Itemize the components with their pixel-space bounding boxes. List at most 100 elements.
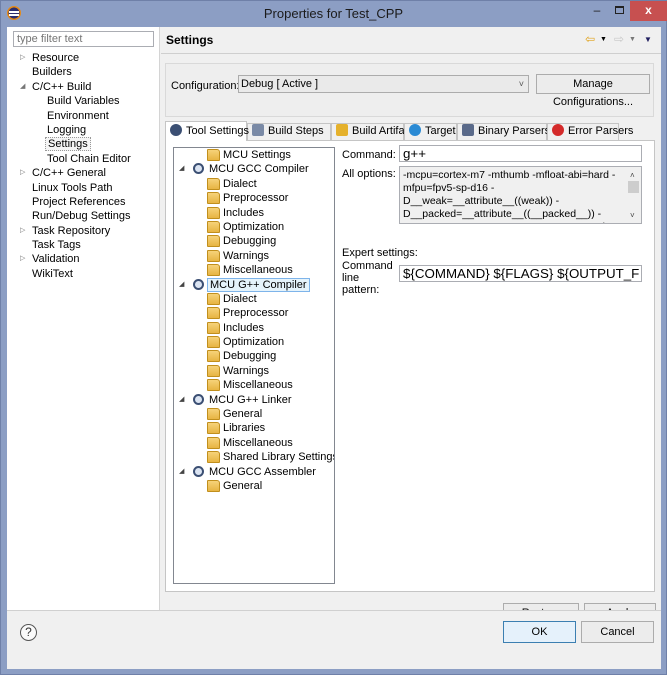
expanded-twisty-icon[interactable]: ◢ bbox=[179, 465, 184, 479]
tool-tree-item[interactable]: MCU Settings bbox=[174, 148, 334, 162]
tool-tree-item[interactable]: Includes bbox=[174, 206, 334, 220]
tool-tree-item-label: MCU GCC Compiler bbox=[209, 163, 309, 176]
tool-tree-item-label: Libraries bbox=[223, 422, 266, 435]
cancel-button[interactable]: Cancel bbox=[581, 621, 654, 643]
nav-item-label: Task Repository bbox=[32, 224, 111, 237]
configuration-select[interactable]: Debug [ Active ] ˅ bbox=[238, 75, 529, 93]
nav-item[interactable]: Builders bbox=[7, 65, 160, 79]
expanded-twisty-icon[interactable]: ◢ bbox=[179, 162, 184, 176]
nav-item[interactable]: ◢ C/C++ Build bbox=[7, 80, 160, 94]
forward-arrow-icon[interactable]: ⇨ bbox=[614, 32, 624, 46]
manage-configurations-button[interactable]: Manage Configurations... bbox=[536, 74, 650, 108]
collapsed-twisty-icon[interactable]: ▷ bbox=[20, 224, 28, 238]
tool-tree[interactable]: MCU Settings ◢ MCU GCC Compiler Dialect Prep… bbox=[173, 147, 335, 584]
tool-tree-item[interactable]: Preprocessor bbox=[174, 306, 334, 320]
scroll-thumb[interactable] bbox=[628, 181, 639, 193]
tab-build-artifact[interactable]: Build Artifact bbox=[331, 123, 413, 140]
nav-item[interactable]: Linux Tools Path bbox=[7, 181, 160, 195]
expanded-twisty-icon[interactable]: ◢ bbox=[179, 393, 184, 407]
all-options-label: All options: bbox=[342, 168, 396, 180]
all-options-textarea[interactable]: -mcpu=cortex-m7 -mthumb -mfloat-abi=hard… bbox=[399, 166, 642, 224]
nav-item[interactable]: ▷ Validation bbox=[7, 252, 160, 266]
tool-tree-item[interactable]: General bbox=[174, 407, 334, 421]
tool-tree-item[interactable]: ◢ MCU G++ Compiler bbox=[174, 277, 334, 292]
option-folder-icon bbox=[207, 206, 220, 219]
tool-tree-item[interactable]: ◢ MCU GCC Compiler bbox=[174, 162, 334, 176]
tool-tree-item[interactable]: ◢ MCU GCC Assembler bbox=[174, 465, 334, 479]
tab-tool-settings[interactable]: Tool Settings bbox=[165, 121, 249, 141]
dialog-footer: ? OK Cancel bbox=[7, 610, 661, 669]
collapsed-twisty-icon[interactable]: ▷ bbox=[20, 51, 28, 65]
tool-tree-item-label: MCU G++ Compiler bbox=[207, 277, 310, 292]
property-page-tree: ▷ Resource Builders ◢ C/C++ Build Build Varia… bbox=[7, 51, 160, 281]
option-folder-icon bbox=[207, 408, 220, 421]
tool-gear-icon bbox=[193, 465, 204, 477]
tab-binary-parsers[interactable]: Binary Parsers bbox=[457, 123, 551, 140]
command-line-pattern-input[interactable] bbox=[399, 265, 642, 282]
tool-tree-item[interactable]: Debugging bbox=[174, 234, 334, 248]
tool-tree-item[interactable]: Miscellaneous bbox=[174, 263, 334, 277]
build-steps-icon bbox=[252, 124, 264, 136]
property-page-navigator: ▷ Resource Builders ◢ C/C++ Build Build Varia… bbox=[7, 27, 160, 610]
dialog-client-area: ▷ Resource Builders ◢ C/C++ Build Build Varia… bbox=[7, 27, 661, 669]
close-button[interactable]: x bbox=[630, 1, 667, 21]
filter-input[interactable] bbox=[13, 31, 154, 47]
scroll-down-icon[interactable]: ˅ bbox=[630, 209, 635, 222]
nav-item[interactable]: Settings bbox=[7, 137, 160, 152]
tool-tree-item[interactable]: Includes bbox=[174, 321, 334, 335]
tool-tree-item[interactable]: Warnings bbox=[174, 364, 334, 378]
tool-tree-item-label: Includes bbox=[223, 321, 264, 334]
tool-tree-item[interactable]: ◢ MCU G++ Linker bbox=[174, 393, 334, 407]
tab-label: Target bbox=[425, 125, 456, 137]
option-folder-icon bbox=[207, 321, 220, 334]
expanded-twisty-icon[interactable]: ◢ bbox=[20, 80, 28, 94]
tool-gear-icon bbox=[193, 278, 204, 290]
settings-tabs: Tool Settings Build Steps Build Artifact Ta… bbox=[165, 121, 655, 141]
tool-tree-item[interactable]: Shared Library Settings bbox=[174, 450, 334, 464]
expanded-twisty-icon[interactable]: ◢ bbox=[179, 278, 184, 292]
tool-tree-item[interactable]: Miscellaneous bbox=[174, 436, 334, 450]
collapsed-twisty-icon[interactable]: ▷ bbox=[20, 252, 28, 266]
tool-tree-item[interactable]: Optimization bbox=[174, 335, 334, 349]
nav-item[interactable]: Run/Debug Settings bbox=[7, 209, 160, 223]
nav-item[interactable]: ▷ Resource bbox=[7, 51, 160, 65]
nav-item[interactable]: ▷ Task Repository bbox=[7, 224, 160, 238]
tool-tree-item[interactable]: Debugging bbox=[174, 349, 334, 363]
nav-item[interactable]: Project References bbox=[7, 195, 160, 209]
view-menu-icon[interactable]: ▼ bbox=[644, 35, 652, 44]
back-history-dropdown-icon[interactable]: ▼ bbox=[600, 36, 607, 43]
option-folder-icon bbox=[207, 235, 220, 248]
tool-tree-item[interactable]: Dialect bbox=[174, 177, 334, 191]
tool-tree-item[interactable]: Optimization bbox=[174, 220, 334, 234]
tab-label: Binary Parsers bbox=[478, 125, 551, 137]
tool-tree-item[interactable]: Libraries bbox=[174, 421, 334, 435]
back-arrow-icon[interactable]: ⇦ bbox=[585, 32, 595, 46]
nav-item[interactable]: Tool Chain Editor bbox=[7, 152, 160, 166]
maximize-button[interactable] bbox=[611, 1, 627, 21]
nav-item[interactable]: WikiText bbox=[7, 267, 160, 281]
tool-tree-item[interactable]: General bbox=[174, 479, 334, 493]
nav-item-label: Run/Debug Settings bbox=[32, 210, 131, 223]
nav-item[interactable]: Task Tags bbox=[7, 238, 160, 252]
nav-item[interactable]: Build Variables bbox=[7, 94, 160, 108]
nav-item[interactable]: ▷ C/C++ General bbox=[7, 166, 160, 180]
nav-item[interactable]: Logging bbox=[7, 123, 160, 137]
forward-history-dropdown-icon[interactable]: ▼ bbox=[629, 36, 636, 43]
command-input[interactable] bbox=[399, 145, 642, 162]
tool-tree-item[interactable]: Preprocessor bbox=[174, 191, 334, 205]
tab-error-parsers[interactable]: Error Parsers bbox=[547, 123, 633, 140]
ok-button[interactable]: OK bbox=[503, 621, 576, 643]
tool-tree-item[interactable]: Warnings bbox=[174, 249, 334, 263]
option-folder-icon bbox=[207, 249, 220, 262]
tab-target[interactable]: Target bbox=[404, 123, 457, 140]
nav-item[interactable]: Environment bbox=[7, 109, 160, 123]
minimize-button[interactable]: – bbox=[584, 1, 610, 21]
nav-item-label: Project References bbox=[32, 195, 126, 208]
tool-tree-item[interactable]: Miscellaneous bbox=[174, 378, 334, 392]
tool-tree-item[interactable]: Dialect bbox=[174, 292, 334, 306]
help-icon[interactable]: ? bbox=[20, 624, 37, 641]
nav-item-label: WikiText bbox=[32, 267, 73, 280]
tab-build-steps[interactable]: Build Steps bbox=[247, 123, 331, 140]
all-options-scrollbar[interactable]: ˄ ˅ bbox=[626, 167, 641, 223]
collapsed-twisty-icon[interactable]: ▷ bbox=[20, 166, 28, 180]
